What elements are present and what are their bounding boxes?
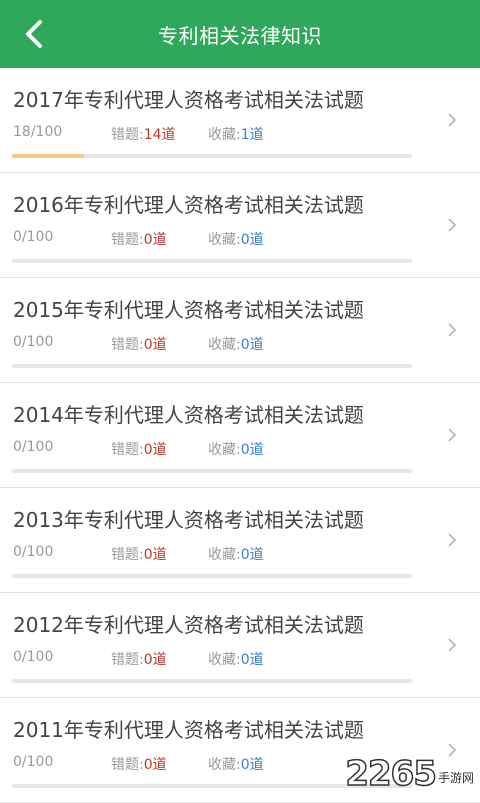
wrong-label: 错题: <box>111 127 144 143</box>
fav-label: 收藏: <box>208 337 241 353</box>
progress-text: 18/100 <box>13 124 63 140</box>
watermark-text: 手游网 <box>437 771 474 785</box>
item-title: 2013年专利代理人资格考试相关法试题 <box>13 508 364 532</box>
list-item[interactable]: 2013年专利代理人资格考试相关法试题 0/100 错题:0道 收藏:0道 <box>0 488 480 593</box>
wrong-count: 错题:0道 <box>111 439 167 459</box>
chevron-right-icon <box>448 428 457 442</box>
progress-text: 0/100 <box>13 754 54 770</box>
chevron-right-icon <box>448 218 457 232</box>
fav-count: 收藏:0道 <box>208 544 264 564</box>
progress-text: 0/100 <box>13 229 54 245</box>
wrong-count: 错题:14道 <box>111 124 176 144</box>
wrong-label: 错题: <box>111 547 144 563</box>
item-title: 2016年专利代理人资格考试相关法试题 <box>13 193 364 217</box>
item-title: 2014年专利代理人资格考试相关法试题 <box>13 403 364 427</box>
fav-count: 收藏:0道 <box>208 754 264 774</box>
list-item[interactable]: 2014年专利代理人资格考试相关法试题 0/100 错题:0道 收藏:0道 <box>0 383 480 488</box>
fav-value: 0道 <box>240 442 264 458</box>
app-header: 专利相关法律知识 <box>0 0 480 68</box>
list-item[interactable]: 2016年专利代理人资格考试相关法试题 0/100 错题:0道 收藏:0道 <box>0 173 480 278</box>
item-title: 2011年专利代理人资格考试相关法试题 <box>13 718 364 742</box>
wrong-value: 0道 <box>143 547 167 563</box>
wrong-value: 14道 <box>143 127 176 143</box>
fav-count: 收藏:0道 <box>208 439 264 459</box>
chevron-right-icon <box>448 323 457 337</box>
progress-bar <box>12 679 412 683</box>
progress-bar <box>12 154 412 158</box>
wrong-value: 0道 <box>143 652 167 668</box>
wrong-count: 错题:0道 <box>111 229 167 249</box>
progress-text: 0/100 <box>13 544 54 560</box>
fav-label: 收藏: <box>208 127 241 143</box>
wrong-count: 错题:0道 <box>111 649 167 669</box>
chevron-right-icon <box>448 638 457 652</box>
progress-text: 0/100 <box>13 649 54 665</box>
fav-value: 0道 <box>240 337 264 353</box>
item-title: 2015年专利代理人资格考试相关法试题 <box>13 298 364 322</box>
progress-bar <box>12 469 412 473</box>
wrong-count: 错题:0道 <box>111 334 167 354</box>
exam-list: 2017年专利代理人资格考试相关法试题 18/100 错题:14道 收藏:1道 … <box>0 68 480 803</box>
fav-count: 收藏:0道 <box>208 334 264 354</box>
wrong-label: 错题: <box>111 757 144 773</box>
fav-label: 收藏: <box>208 232 241 248</box>
fav-label: 收藏: <box>208 547 241 563</box>
list-item[interactable]: 2012年专利代理人资格考试相关法试题 0/100 错题:0道 收藏:0道 <box>0 593 480 698</box>
back-button[interactable] <box>14 14 54 54</box>
wrong-label: 错题: <box>111 232 144 248</box>
fav-label: 收藏: <box>208 442 241 458</box>
fav-value: 0道 <box>240 547 264 563</box>
wrong-label: 错题: <box>111 442 144 458</box>
list-item[interactable]: 2017年专利代理人资格考试相关法试题 18/100 错题:14道 收藏:1道 <box>0 68 480 173</box>
fav-count: 收藏:0道 <box>208 229 264 249</box>
wrong-count: 错题:0道 <box>111 544 167 564</box>
page-title: 专利相关法律知识 <box>158 23 322 48</box>
fav-value: 1道 <box>240 127 264 143</box>
fav-value: 0道 <box>240 757 264 773</box>
wrong-value: 0道 <box>143 757 167 773</box>
item-title: 2017年专利代理人资格考试相关法试题 <box>13 88 364 112</box>
chevron-right-icon <box>448 533 457 547</box>
chevron-left-icon <box>26 20 42 48</box>
wrong-count: 错题:0道 <box>111 754 167 774</box>
fav-value: 0道 <box>240 652 264 668</box>
watermark-number: 2265 <box>345 753 438 795</box>
wrong-value: 0道 <box>143 442 167 458</box>
fav-value: 0道 <box>240 232 264 248</box>
progress-bar <box>12 364 412 368</box>
fav-count: 收藏:1道 <box>208 124 264 144</box>
chevron-right-icon <box>448 113 457 127</box>
watermark-logo: 2265 手游网 <box>345 753 474 795</box>
progress-bar <box>12 259 412 263</box>
progress-text: 0/100 <box>13 439 54 455</box>
progress-bar-fill <box>12 154 84 158</box>
fav-label: 收藏: <box>208 652 241 668</box>
item-title: 2012年专利代理人资格考试相关法试题 <box>13 613 364 637</box>
wrong-label: 错题: <box>111 652 144 668</box>
progress-bar <box>12 574 412 578</box>
fav-count: 收藏:0道 <box>208 649 264 669</box>
progress-text: 0/100 <box>13 334 54 350</box>
wrong-label: 错题: <box>111 337 144 353</box>
list-item[interactable]: 2015年专利代理人资格考试相关法试题 0/100 错题:0道 收藏:0道 <box>0 278 480 383</box>
fav-label: 收藏: <box>208 757 241 773</box>
wrong-value: 0道 <box>143 232 167 248</box>
wrong-value: 0道 <box>143 337 167 353</box>
